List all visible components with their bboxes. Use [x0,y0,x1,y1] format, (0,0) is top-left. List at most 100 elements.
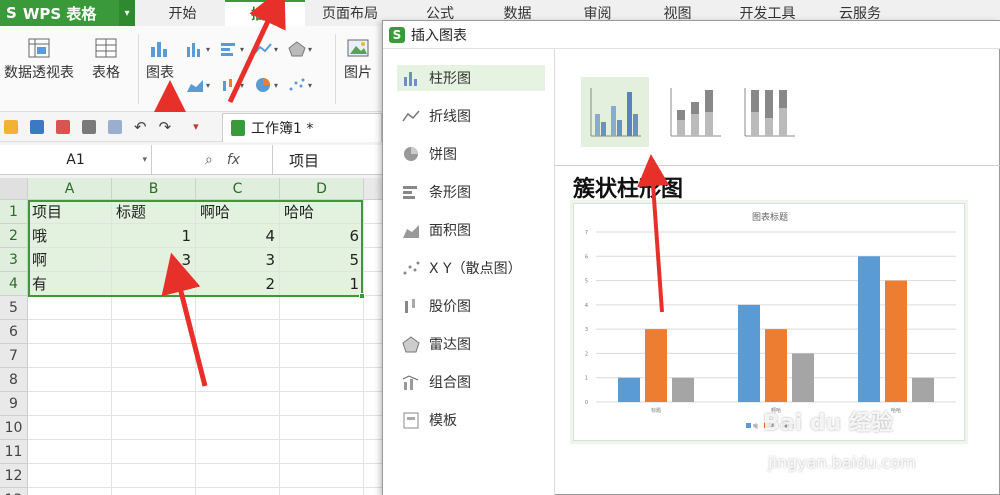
app-menu-button[interactable]: S WPS 表格 ▾ [0,0,135,26]
table-cell[interactable] [112,464,196,488]
row-header[interactable]: 11 [0,440,28,464]
table-cell[interactable] [280,368,364,392]
export-pdf-icon[interactable] [56,119,70,134]
print-preview-icon[interactable] [108,119,122,134]
table-cell[interactable] [112,368,196,392]
open-folder-icon[interactable] [4,119,18,134]
row-header[interactable]: 13 [0,488,28,495]
table-cell[interactable] [112,320,196,344]
row-header[interactable]: 3 [0,248,28,272]
table-cell[interactable] [196,344,280,368]
tab-insert[interactable]: 插入 [225,0,305,26]
row-header[interactable]: 6 [0,320,28,344]
table-cell[interactable]: 2 [196,272,280,296]
table-cell[interactable] [112,440,196,464]
row-header[interactable]: 5 [0,296,28,320]
chart-type-radar[interactable]: 雷达图 [397,331,545,357]
table-cell[interactable] [280,296,364,320]
tab-page-layout[interactable]: 页面布局 [310,0,390,26]
chart-type-area[interactable]: 面积图 [397,217,545,243]
chart-type-combo[interactable]: 组合图 [397,369,545,395]
radar-chart-dropdown[interactable]: ▾ [288,40,314,58]
chart-type-stock[interactable]: 股价图 [397,293,545,319]
table-cell[interactable] [28,344,112,368]
column-chart-dropdown[interactable]: ▾ [186,40,212,58]
subtype-stacked-column[interactable] [661,77,729,147]
zoom-icon[interactable]: ⌕ [205,152,213,168]
subtype-clustered-column[interactable] [581,77,649,147]
table-cell[interactable] [196,320,280,344]
customize-toolbar-icon[interactable]: ▾ [193,120,199,133]
table-cell[interactable]: 5 [280,248,364,272]
table-cell[interactable] [28,392,112,416]
table-cell[interactable] [280,392,364,416]
table-cell[interactable] [112,488,196,495]
table-cell[interactable] [112,344,196,368]
scatter-chart-dropdown[interactable]: ▾ [254,40,280,58]
table-cell[interactable] [112,296,196,320]
row-header[interactable]: 12 [0,464,28,488]
bar-chart-dropdown[interactable]: ▾ [220,40,246,58]
table-cell[interactable] [196,392,280,416]
chart-type-scatter[interactable]: X Y（散点图） [397,255,545,281]
row-header[interactable]: 8 [0,368,28,392]
column-header-c[interactable]: C [196,178,280,200]
table-cell[interactable] [196,368,280,392]
chart-type-bar[interactable]: 条形图 [397,179,545,205]
table-cell[interactable] [196,296,280,320]
table-cell[interactable] [112,416,196,440]
row-header[interactable]: 4 [0,272,28,296]
table-cell[interactable] [280,464,364,488]
table-cell[interactable] [280,344,364,368]
area-chart-dropdown[interactable]: ▾ [186,76,212,94]
table-cell[interactable]: 标题 [112,200,196,224]
chart-type-pie[interactable]: 饼图 [397,141,545,167]
undo-icon[interactable]: ↶ [134,118,147,136]
table-cell[interactable]: 3 [196,248,280,272]
table-cell[interactable] [280,440,364,464]
table-cell[interactable]: 啊哈 [196,200,280,224]
fx-icon[interactable]: fx [227,152,240,168]
pivot-table-button[interactable]: 数据透视表 [4,38,74,82]
stock-chart-dropdown[interactable]: ▾ [220,76,246,94]
picture-button[interactable]: 图片 [344,38,372,82]
pie-chart-dropdown[interactable]: ▾ [254,76,280,94]
print-icon[interactable] [82,119,96,134]
table-cell[interactable]: 项目 [28,200,112,224]
table-cell[interactable]: 哈哈 [280,200,364,224]
table-cell[interactable] [28,296,112,320]
column-header-a[interactable]: A [28,178,112,200]
table-cell[interactable] [28,368,112,392]
table-cell[interactable]: 6 [280,224,364,248]
table-button[interactable]: 表格 [92,38,120,82]
table-cell[interactable]: 哦 [28,224,112,248]
table-cell[interactable] [28,416,112,440]
table-cell[interactable] [28,488,112,495]
select-all-corner[interactable] [0,178,28,200]
save-icon[interactable] [30,119,44,134]
formula-input[interactable]: 项目 [272,145,385,175]
redo-icon[interactable]: ↷ [159,118,172,136]
column-header-b[interactable]: B [112,178,196,200]
row-header[interactable]: 10 [0,416,28,440]
table-cell[interactable] [280,488,364,495]
table-cell[interactable] [28,320,112,344]
scatter-points-dropdown[interactable]: ▾ [288,76,314,94]
table-cell[interactable]: 有 [28,272,112,296]
chart-type-column[interactable]: 柱形图 [397,65,545,91]
table-cell[interactable]: 1 [280,272,364,296]
row-header[interactable]: 1 [0,200,28,224]
table-cell[interactable]: 1 [112,272,196,296]
table-cell[interactable] [196,440,280,464]
table-cell[interactable] [28,440,112,464]
table-cell[interactable] [196,488,280,495]
row-header[interactable]: 7 [0,344,28,368]
name-box[interactable]: A1 ▾ [0,145,152,175]
table-cell[interactable] [196,416,280,440]
table-cell[interactable]: 3 [112,248,196,272]
table-cell[interactable] [112,392,196,416]
subtype-percent-stacked-column[interactable] [735,77,803,147]
row-header[interactable]: 9 [0,392,28,416]
table-cell[interactable] [280,320,364,344]
chart-type-template[interactable]: 模板 [397,407,545,433]
